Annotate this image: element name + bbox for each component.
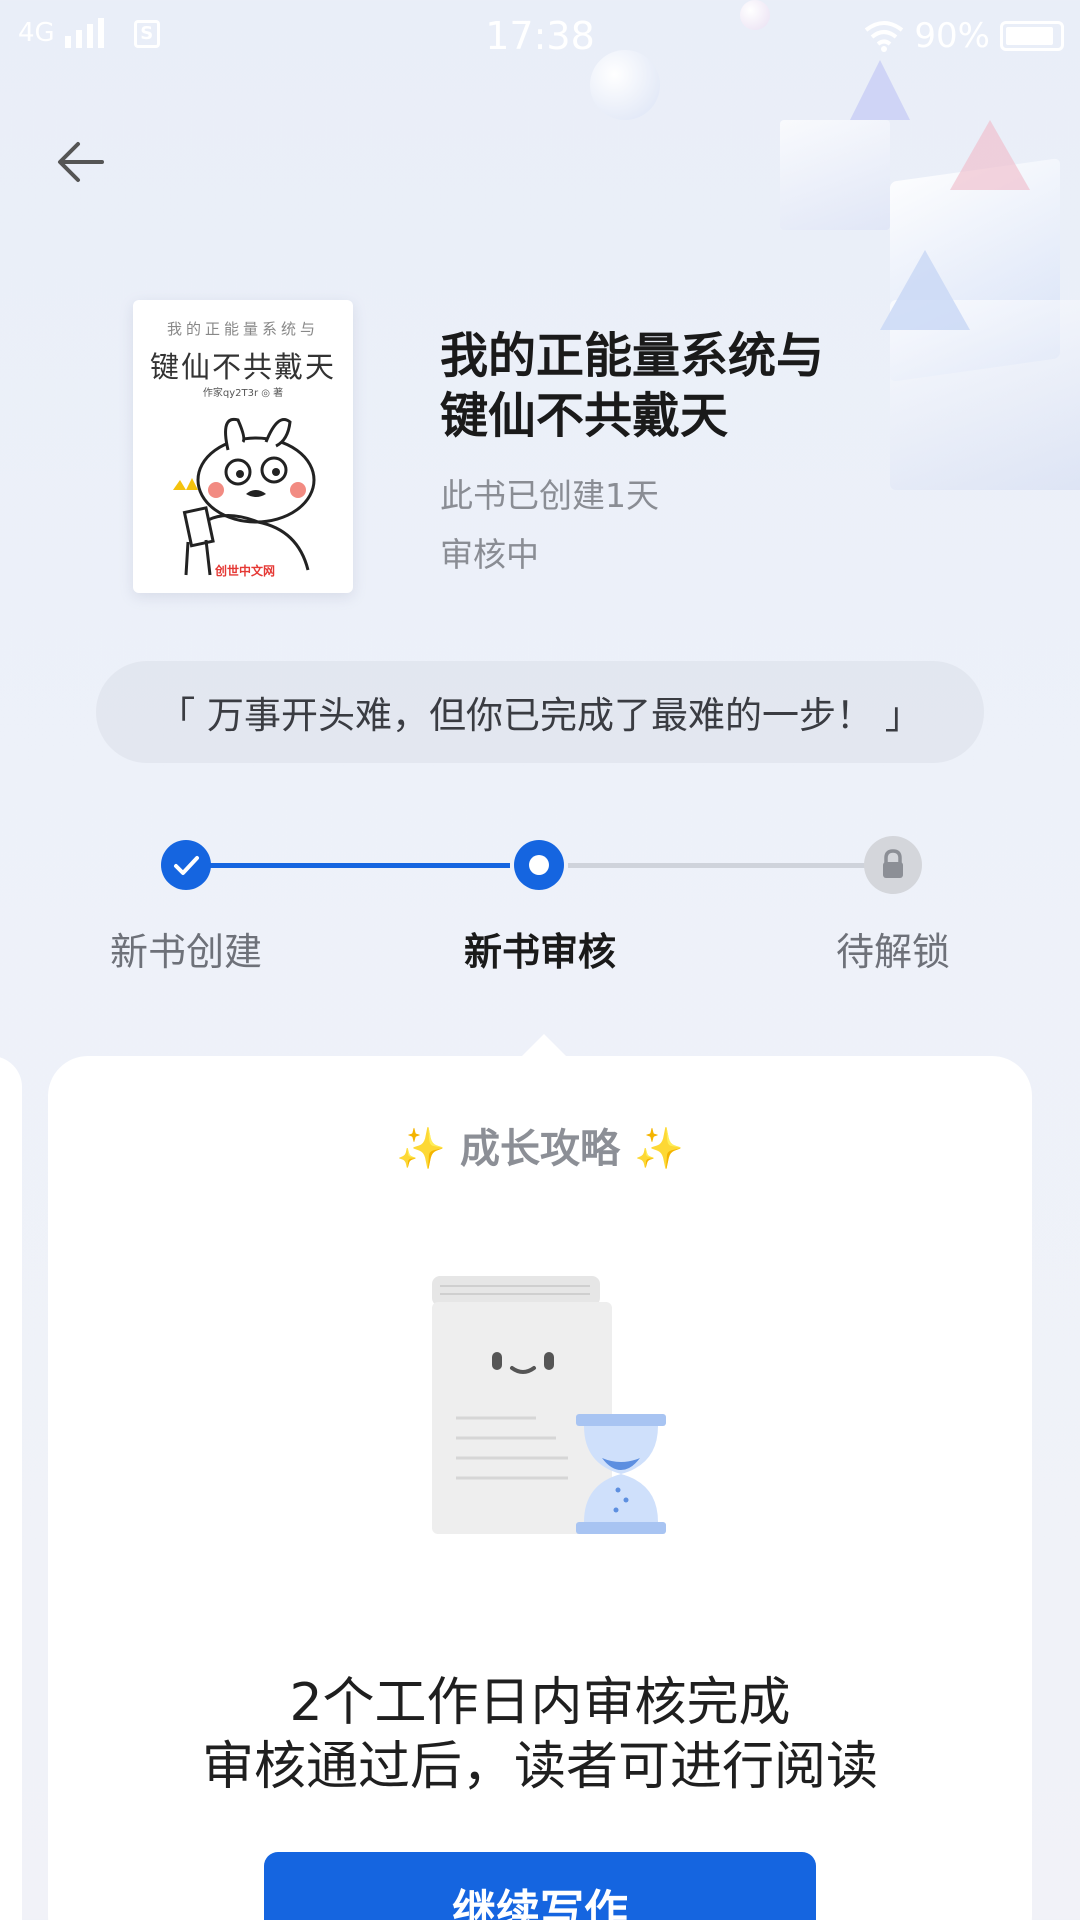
arrow-left-icon [58, 142, 104, 182]
wifi-icon [865, 21, 904, 52]
step-label-locked: 待解锁 [835, 930, 950, 974]
book-cover[interactable]: 我的正能量系统与 键仙不共戴天 作家qy2T3r ◎ 著 创世中文网 [133, 300, 353, 593]
status-bar: 4G S 17:38 90% [0, 0, 1080, 76]
current-dot [529, 855, 549, 875]
decor-crystal [890, 300, 1080, 490]
card-pointer [520, 1034, 568, 1058]
cover-brand: 创世中文网 [215, 564, 276, 578]
progress-line-pending [568, 863, 868, 868]
card-heading: ✨ 成长攻略 ✨ [0, 1116, 1080, 1174]
battery-fill [1006, 27, 1053, 45]
sparkle-icon: ✨ [396, 1126, 447, 1172]
sparkle-icon: ✨ [633, 1126, 684, 1172]
step-label-create: 新书创建 [109, 930, 262, 974]
lock-icon [883, 849, 903, 878]
cover-top-text: 我的正能量系统与 [166, 320, 319, 338]
status-right: 90% [864, 16, 1064, 56]
cover-author: 作家qy2T3r ◎ 著 [202, 388, 284, 399]
progress-line-done [210, 863, 510, 868]
book-title-line2: 键仙不共戴天 [440, 388, 729, 444]
continue-writing-button[interactable]: 继续写作 [264, 1852, 816, 1920]
decor-crystal [780, 120, 890, 230]
battery-icon [1000, 21, 1064, 51]
back-button[interactable] [52, 132, 112, 192]
battery-percent: 90% [914, 16, 990, 56]
check-icon [174, 856, 199, 875]
step-done-node [161, 840, 211, 890]
cover-title: 键仙不共戴天 [149, 350, 336, 384]
step-locked-node [864, 836, 922, 894]
review-note-text: 审核通过后，读者可进行阅读 [201, 1737, 878, 1797]
decor-crystal [950, 120, 1030, 190]
decor-crystal [890, 158, 1060, 382]
quote-text: 「 万事开头难，但你已完成了最难的一步！ 」 [158, 694, 922, 737]
quote-banner: 「 万事开头难，但你已完成了最难的一步！ 」 [96, 661, 984, 763]
decor-crystal [880, 250, 970, 330]
cover-illustration [173, 417, 316, 576]
book-status: 审核中 [440, 535, 539, 574]
step-label-review: 新书审核 [463, 930, 616, 974]
book-title-line1: 我的正能量系统与 [440, 328, 825, 384]
book-created: 此书已创建1天 [440, 476, 659, 515]
card-heading-text: 成长攻略 [460, 1126, 620, 1172]
book-title: 我的正能量系统与 键仙不共戴天 [440, 326, 860, 446]
step-current-node [514, 840, 564, 890]
document-hourglass-icon [432, 1276, 666, 1534]
